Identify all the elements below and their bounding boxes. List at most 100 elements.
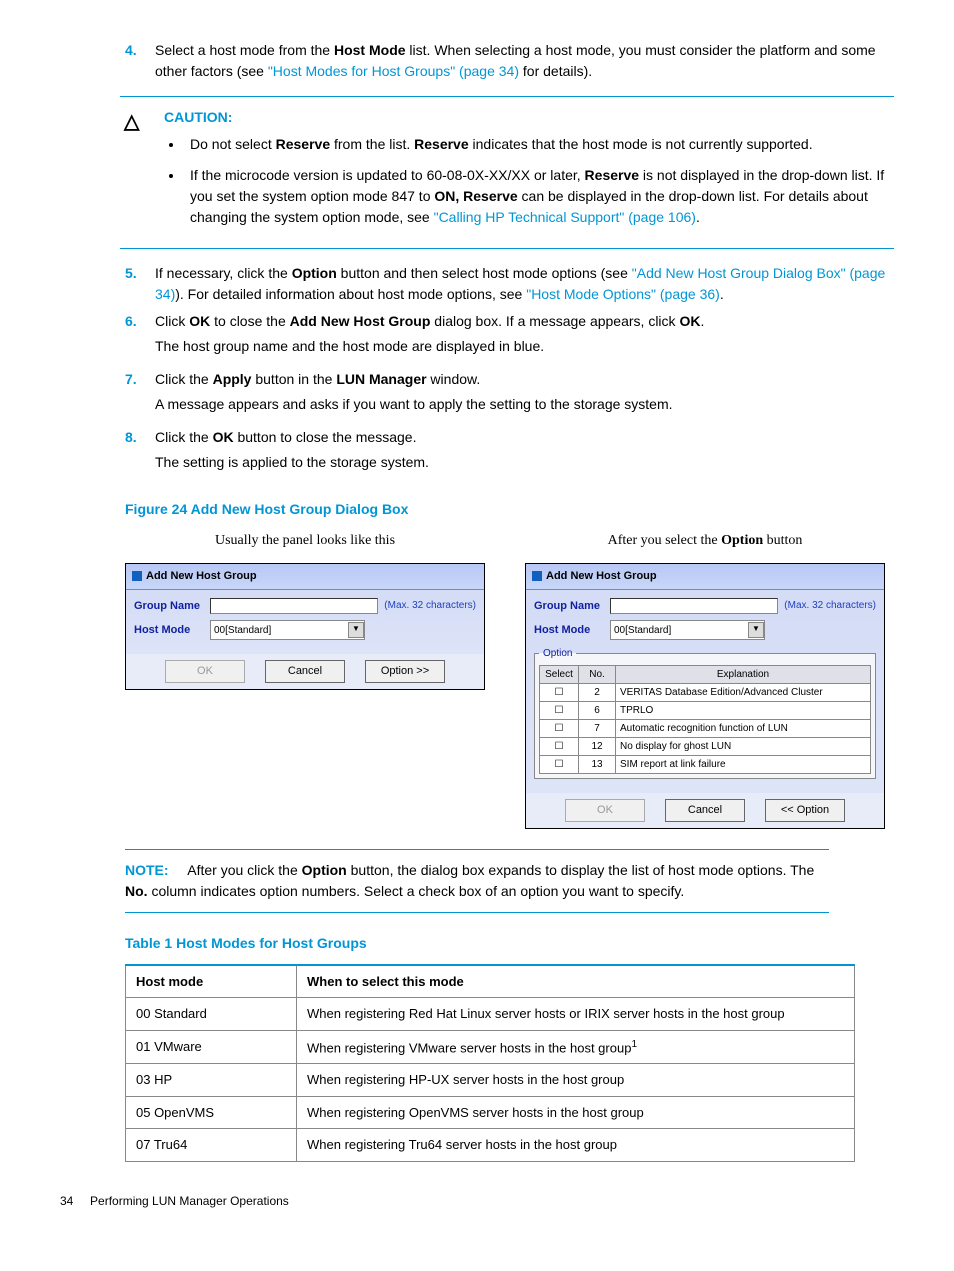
dialog-body: Group Name (Max. 32 characters) Host Mod…: [526, 590, 884, 794]
step-number: 8.: [125, 427, 155, 479]
text: If the microcode version is updated to 6…: [190, 167, 585, 183]
option-collapse-button[interactable]: << Option: [765, 799, 845, 822]
figure-subheader: After you select the Option button: [525, 530, 885, 551]
text: ). For detailed information about host m…: [175, 286, 526, 302]
chevron-down-icon: ▼: [748, 622, 764, 638]
page-number: 34: [60, 1194, 73, 1208]
bold: Option: [721, 533, 763, 548]
table-caption: Table 1 Host Modes for Host Groups: [125, 933, 894, 954]
row-group-name: Group Name (Max. 32 characters): [534, 598, 876, 615]
th-host-mode: Host mode: [126, 965, 297, 998]
bold: Host Mode: [334, 42, 406, 58]
text: from the list.: [330, 136, 414, 152]
step-6: 6. Click OK to close the Add New Host Gr…: [125, 311, 894, 363]
input-group-name[interactable]: [610, 598, 778, 614]
th-when: When to select this mode: [297, 965, 855, 998]
table-row: 05 OpenVMSWhen registering OpenVMS serve…: [126, 1096, 855, 1129]
text: .: [696, 209, 700, 225]
checkbox-cell[interactable]: ☐: [540, 738, 579, 756]
bold: ON, Reserve: [434, 188, 517, 204]
table-row: ☐12No display for ghost LUN: [540, 738, 871, 756]
input-group-name[interactable]: [210, 598, 378, 614]
option-fieldset: Option Select No. Explanation ☐2VERITAS …: [534, 646, 876, 779]
step-4: 4. Select a host mode from the Host Mode…: [125, 40, 894, 82]
dialog-add-host-group: Add New Host Group Group Name (Max. 32 c…: [125, 563, 485, 690]
dropdown-host-mode[interactable]: 00[Standard] ▼: [210, 620, 365, 640]
dialog-buttons: OK Cancel << Option: [526, 793, 884, 828]
when-cell: When registering Tru64 server hosts in t…: [297, 1129, 855, 1162]
footnote-ref: 1: [631, 1039, 637, 1050]
checkbox-cell[interactable]: ☐: [540, 684, 579, 702]
bold: OK: [213, 429, 234, 445]
cancel-button[interactable]: Cancel: [265, 660, 345, 683]
text: After you select the: [608, 533, 722, 548]
option-expand-button[interactable]: Option >>: [365, 660, 445, 683]
mode-cell: 07 Tru64: [126, 1129, 297, 1162]
text: button and then select host mode options…: [337, 265, 632, 281]
text: button to close the message.: [234, 429, 417, 445]
option-table: Select No. Explanation ☐2VERITAS Databas…: [539, 665, 871, 774]
caution-body: CAUTION: Do not select Reserve from the …: [164, 107, 894, 238]
step-followup: A message appears and asks if you want t…: [155, 394, 894, 415]
bold: Reserve: [585, 167, 640, 183]
link-host-modes[interactable]: "Host Modes for Host Groups" (page 34): [268, 63, 519, 79]
ok-button[interactable]: OK: [165, 660, 245, 683]
no-cell: 6: [579, 702, 616, 720]
caution-heading: CAUTION:: [164, 107, 894, 128]
ok-button[interactable]: OK: [565, 799, 645, 822]
dropdown-value: 00[Standard]: [214, 623, 271, 638]
step-7: 7. Click the Apply button in the LUN Man…: [125, 369, 894, 421]
cancel-button[interactable]: Cancel: [665, 799, 745, 822]
step-number: 5.: [125, 263, 155, 305]
step-number: 6.: [125, 311, 155, 363]
figure-subheader: Usually the panel looks like this: [125, 530, 485, 551]
bold: Reserve: [276, 136, 331, 152]
exp-cell: VERITAS Database Edition/Advanced Cluste…: [616, 684, 871, 702]
checkbox-cell[interactable]: ☐: [540, 756, 579, 774]
dropdown-host-mode[interactable]: 00[Standard] ▼: [610, 620, 765, 640]
text: .: [700, 313, 704, 329]
bold: Option: [302, 862, 347, 878]
link-host-mode-options[interactable]: "Host Mode Options" (page 36): [526, 286, 720, 302]
no-cell: 7: [579, 720, 616, 738]
note-heading: NOTE:: [125, 862, 169, 878]
label-group-name: Group Name: [134, 598, 204, 615]
dialog-add-host-group-expanded: Add New Host Group Group Name (Max. 32 c…: [525, 563, 885, 829]
figure-wrap: Usually the panel looks like this Add Ne…: [125, 530, 894, 829]
exp-cell: TPRLO: [616, 702, 871, 720]
dropdown-value: 00[Standard]: [614, 623, 671, 638]
text: button: [763, 533, 802, 548]
label-host-mode: Host Mode: [534, 622, 604, 639]
checkbox-cell[interactable]: ☐: [540, 720, 579, 738]
option-table-header: Select No. Explanation: [540, 666, 871, 684]
text: If necessary, click the: [155, 265, 292, 281]
checkbox-cell[interactable]: ☐: [540, 702, 579, 720]
dialog-title-text: Add New Host Group: [146, 568, 257, 585]
no-cell: 13: [579, 756, 616, 774]
th-explanation: Explanation: [616, 666, 871, 684]
when-cell: When registering HP-UX server hosts in t…: [297, 1064, 855, 1097]
caution-item: Do not select Reserve from the list. Res…: [184, 134, 894, 155]
text: Click the: [155, 429, 213, 445]
note-block: NOTE: After you click the Option button,…: [125, 849, 829, 913]
text: When registering VMware server hosts in …: [307, 1040, 631, 1055]
text: dialog box. If a message appears, click: [430, 313, 679, 329]
row-host-mode: Host Mode 00[Standard] ▼: [534, 620, 876, 640]
step-8: 8. Click the OK button to close the mess…: [125, 427, 894, 479]
text: Click: [155, 313, 189, 329]
chevron-down-icon: ▼: [348, 622, 364, 638]
window-icon: [132, 571, 142, 581]
exp-cell: Automatic recognition function of LUN: [616, 720, 871, 738]
text: Do not select: [190, 136, 276, 152]
max-chars-hint: (Max. 32 characters): [384, 598, 476, 613]
text: .: [720, 286, 724, 302]
link-tech-support[interactable]: "Calling HP Technical Support" (page 106…: [434, 209, 696, 225]
table-row: ☐13SIM report at link failure: [540, 756, 871, 774]
bold: No.: [125, 883, 148, 899]
step-body: Click OK to close the Add New Host Group…: [155, 311, 894, 363]
table-row: ☐7Automatic recognition function of LUN: [540, 720, 871, 738]
text: to close the: [210, 313, 289, 329]
caution-icon: △: [120, 107, 164, 238]
text: button, the dialog box expands to displa…: [347, 862, 815, 878]
bold: Apply: [213, 371, 252, 387]
